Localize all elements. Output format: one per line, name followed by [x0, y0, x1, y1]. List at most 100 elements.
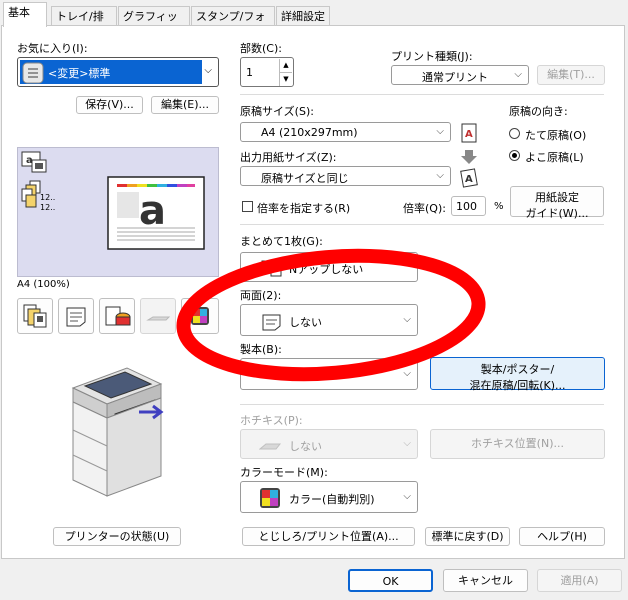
chevron-down-icon: ⌵ [403, 368, 411, 379]
scale-input[interactable]: 100 [451, 196, 486, 216]
print-type-value: 通常プリント [422, 71, 488, 84]
duplex-value: しない [289, 316, 322, 329]
original-size-value: A4 (210x297mm) [261, 126, 358, 139]
preview-color-button[interactable] [181, 298, 219, 334]
output-size-select[interactable]: 原稿サイズと同じ ⌵ [240, 166, 451, 186]
chevron-down-icon: ⌵ [403, 491, 411, 502]
print-type-select[interactable]: 通常プリント ⌵ [391, 65, 529, 85]
nup-label: まとめて1枚(G): [240, 235, 323, 248]
nup-icon [261, 260, 282, 277]
chevron-down-icon: ⌵ [436, 170, 444, 181]
help-button[interactable]: ヘルプ(H) [519, 527, 605, 546]
page-preview-image: a [107, 176, 205, 250]
tab-stamp-form[interactable]: スタンプ/フォーム [191, 6, 275, 43]
duplex-select[interactable]: しない ⌵ [240, 304, 418, 336]
pages-icon [23, 304, 47, 328]
copies-label: 部数(C): [240, 42, 282, 55]
print-type-label: プリント種類(J): [391, 50, 473, 63]
favorites-edit-button[interactable]: 編集(E)... [151, 96, 219, 114]
color-mode-value: カラー(自動判別) [289, 493, 375, 506]
svg-text:A: A [465, 174, 473, 185]
color-icon [260, 488, 280, 508]
single-sided-icon [262, 314, 281, 331]
print-type-edit-button[interactable]: 編集(T)... [537, 65, 605, 85]
staple-position-button[interactable]: ホチキス位置(N)... [430, 429, 605, 459]
svg-text:a: a [139, 188, 166, 234]
scale-checkbox[interactable] [242, 201, 253, 212]
booklet-button-line2: 混在原稿/回転(K)... [469, 379, 566, 392]
favorites-label: お気に入り(I): [17, 42, 88, 55]
staple-icon [259, 443, 282, 450]
print-preview: a 12.. 12.. a [17, 147, 219, 277]
separator [240, 404, 604, 405]
copies-up-arrow-icon[interactable]: ▲ [279, 59, 292, 72]
preview-pages-button[interactable] [17, 298, 53, 334]
staple-label: ホチキス(P): [240, 414, 303, 427]
scale-label: 倍率(Q): [403, 202, 446, 215]
printer-status-button[interactable]: プリンターの状態(U) [53, 527, 181, 546]
favorites-select[interactable]: <変更>標準 ⌵ [17, 57, 219, 87]
ok-button[interactable]: OK [348, 569, 433, 592]
staple-icon [146, 316, 171, 321]
document-page-icon [66, 307, 86, 327]
chevron-down-icon: ⌵ [514, 69, 522, 80]
original-size-preview-icon: a [21, 151, 47, 173]
chevron-down-icon: ⌵ [204, 65, 212, 76]
copies-value: 1 [246, 66, 253, 79]
booklet-button-line1: 製本/ポスター/ [480, 363, 555, 376]
output-size-label: 出力用紙サイズ(Z): [240, 151, 337, 164]
paper-setting-guide-button[interactable]: 用紙設定 ガイド(W)... [510, 186, 604, 220]
scale-unit: % [494, 201, 504, 212]
tab-advanced[interactable]: 詳細設定 [276, 6, 330, 26]
original-size-select[interactable]: A4 (210x297mm) ⌵ [240, 122, 451, 142]
booklet-poster-button[interactable]: 製本/ポスター/ 混在原稿/回転(K)... [430, 357, 605, 392]
preview-staple-button[interactable] [140, 298, 176, 334]
preview-caption: A4 (100%) [17, 279, 70, 290]
scale-check-label: 倍率を指定する(R) [257, 202, 351, 215]
output-size-value: 原稿サイズと同じ [261, 172, 349, 185]
chevron-down-icon: ⌵ [436, 126, 444, 137]
tab-basic[interactable]: 基本 [3, 2, 47, 27]
svg-text:A: A [465, 129, 473, 140]
portrait-label: たて原稿(O) [525, 129, 587, 142]
staple-value: しない [289, 440, 322, 453]
tab-bar: 基本 トレイ/排出 グラフィックス スタンプ/フォーム 詳細設定 [0, 0, 628, 43]
paper-setting-line2: ガイド(W)... [525, 207, 589, 220]
portrait-radio[interactable] [509, 128, 520, 139]
landscape-radio[interactable] [509, 150, 520, 161]
separator [240, 94, 604, 95]
document-icon [22, 62, 44, 84]
nup-select[interactable]: Nアップしない [240, 252, 418, 282]
tab-graphics[interactable]: グラフィックス [118, 6, 190, 43]
color-mode-label: カラーモード(M): [240, 466, 328, 479]
paper-stack-icon [105, 306, 131, 326]
copies-down-arrow-icon[interactable]: ▼ [279, 72, 292, 86]
size-conversion-icon: A A [460, 123, 478, 188]
color-icon [191, 307, 209, 325]
cancel-button[interactable]: キャンセル [443, 569, 528, 592]
preview-document-button[interactable] [58, 298, 94, 334]
printer-image [71, 367, 164, 497]
favorites-save-button[interactable]: 保存(V)... [76, 96, 143, 114]
favorites-value: <変更>標準 [48, 67, 111, 80]
preview-mini-label-2: 12.. [40, 203, 56, 212]
chevron-down-icon: ⌵ [403, 438, 411, 449]
restore-defaults-button[interactable]: 標準に戻す(D) [425, 527, 510, 546]
booklet-label: 製本(B): [240, 343, 282, 356]
stacked-pages-icon [21, 180, 41, 208]
preview-mini-label-1: 12.. [40, 193, 56, 202]
booklet-select[interactable]: ⌵ [240, 358, 418, 390]
original-size-label: 原稿サイズ(S): [240, 105, 314, 118]
duplex-label: 両面(2): [240, 289, 282, 302]
landscape-label: よこ原稿(L) [525, 151, 584, 164]
staple-select[interactable]: しない ⌵ [240, 429, 418, 459]
tab-tray-output[interactable]: トレイ/排出 [51, 6, 117, 43]
chevron-down-icon: ⌵ [403, 314, 411, 325]
orientation-label: 原稿の向き: [509, 105, 568, 118]
preview-paper-tray-button[interactable] [99, 298, 135, 334]
nup-value: Nアップしない [289, 263, 364, 276]
color-mode-select[interactable]: カラー(自動判別) ⌵ [240, 481, 418, 513]
copies-stepper[interactable]: 1 ▲ ▼ [240, 57, 294, 87]
margin-print-position-button[interactable]: とじしろ/プリント位置(A)... [242, 527, 415, 546]
apply-button[interactable]: 適用(A) [537, 569, 622, 592]
